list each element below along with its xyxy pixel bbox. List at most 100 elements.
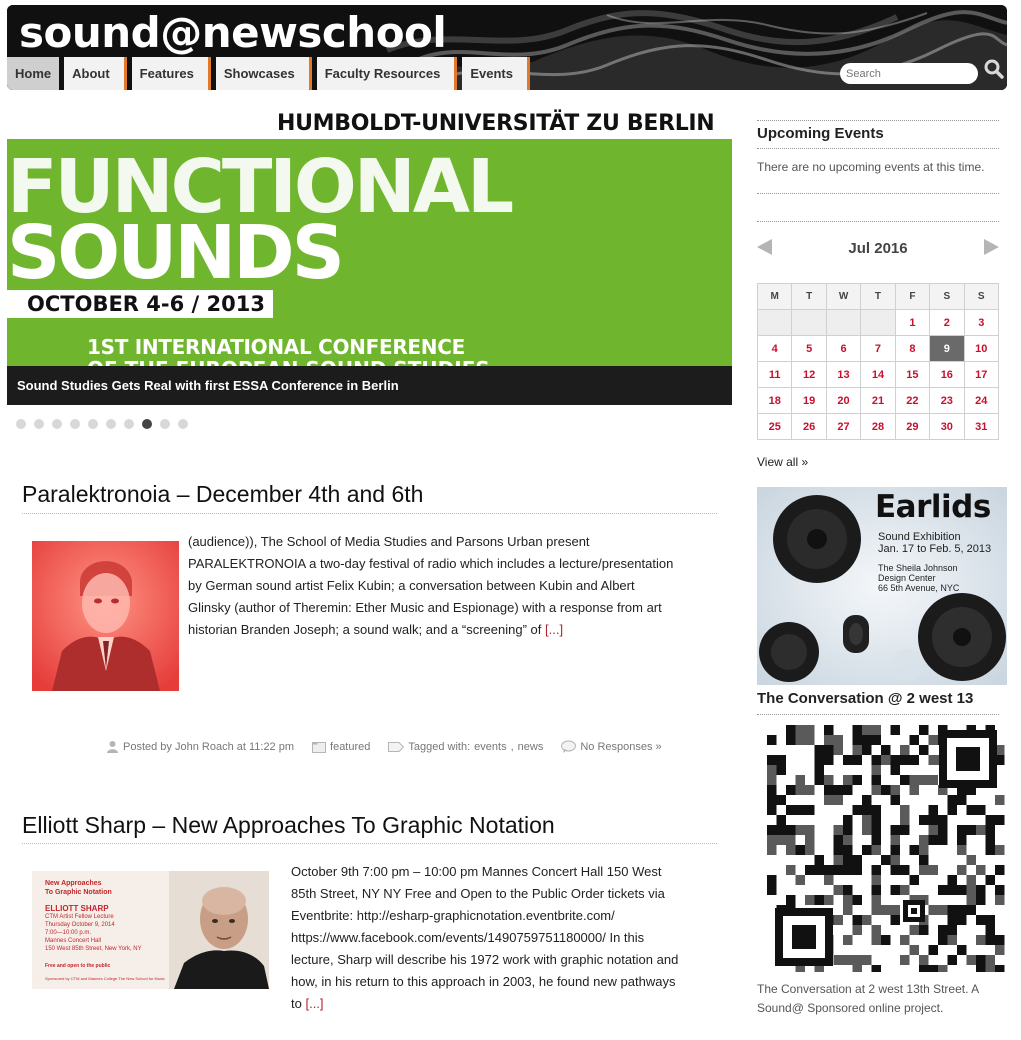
sidebar-divider xyxy=(757,120,999,121)
slider-dot[interactable] xyxy=(106,419,116,429)
slider-dot[interactable] xyxy=(160,419,170,429)
calendar-weekday: M xyxy=(756,283,793,310)
category-link[interactable]: featured xyxy=(330,741,370,753)
calendar-day[interactable]: 24 xyxy=(963,387,1000,414)
calendar-day[interactable]: 6 xyxy=(825,335,862,362)
earlids-line: 66 5th Avenue, NYC xyxy=(878,583,960,593)
calendar-day-today[interactable]: 9 xyxy=(929,335,965,362)
excerpt-line: https://www.facebook.com/events/14907597… xyxy=(291,930,645,945)
calendar-month: Jul 2016 xyxy=(848,240,908,257)
slider-dot[interactable] xyxy=(88,419,98,429)
site-title[interactable]: sound@newschool xyxy=(19,8,447,57)
calendar-day[interactable]: 3 xyxy=(963,309,1000,336)
post-title[interactable]: Paralektronoia – December 4th and 6th xyxy=(22,481,423,508)
slider-dot[interactable] xyxy=(178,419,188,429)
post-thumbnail[interactable]: New Approaches To Graphic Notation ELLIO… xyxy=(32,871,269,989)
calendar-day[interactable]: 15 xyxy=(894,361,931,388)
tag-link-events[interactable]: events xyxy=(474,741,506,753)
poster-line: CTM Artist Fellow Lecture xyxy=(45,914,114,920)
calendar-empty-cell xyxy=(791,309,827,336)
earlids-ad[interactable]: Earlids Sound Exhibition Jan. 17 to Feb.… xyxy=(757,487,1007,685)
calendar-day[interactable]: 16 xyxy=(929,361,965,388)
calendar-day[interactable]: 21 xyxy=(860,387,896,414)
earlids-title: Earlids xyxy=(875,489,991,525)
calendar-week: 11 12 13 14 15 16 17 xyxy=(756,361,1000,388)
nav-showcases[interactable]: Showcases xyxy=(215,57,312,90)
posted-by: Posted by John Roach at 11:22 pm xyxy=(123,740,295,753)
slider-dot[interactable] xyxy=(142,419,152,429)
calendar-day[interactable]: 22 xyxy=(894,387,931,414)
calendar-prev-arrow-icon[interactable] xyxy=(757,239,772,255)
calendar-weekday: W xyxy=(825,283,862,310)
slide-image[interactable]: HUMBOLDT-UNIVERSITÄT ZU BERLIN FUNCTIONA… xyxy=(7,107,732,367)
search-input[interactable] xyxy=(840,63,978,84)
post-title[interactable]: Elliott Sharp – New Approaches To Graphi… xyxy=(22,812,555,839)
search-icon[interactable] xyxy=(983,58,1005,80)
qr-code-image[interactable] xyxy=(757,720,1007,972)
comment-icon xyxy=(561,740,577,753)
portrait-photo xyxy=(169,871,269,989)
calendar-day[interactable]: 5 xyxy=(791,335,827,362)
calendar-day[interactable]: 26 xyxy=(791,413,827,440)
calendar-day[interactable]: 14 xyxy=(860,361,896,388)
calendar-day[interactable]: 2 xyxy=(929,309,965,336)
post-divider xyxy=(22,843,717,844)
page: sound@newschool Home About Features Show… xyxy=(0,0,1021,1040)
post-excerpt: (audience)), The School of Media Studies… xyxy=(188,531,718,641)
slider-dot[interactable] xyxy=(124,419,134,429)
slider-dot[interactable] xyxy=(16,419,26,429)
calendar-day[interactable]: 18 xyxy=(756,387,793,414)
comments-link[interactable]: No Responses » xyxy=(580,741,661,753)
tag-link-news[interactable]: news xyxy=(518,741,544,753)
calendar-day[interactable]: 19 xyxy=(791,387,827,414)
earlids-line: The Sheila Johnson xyxy=(878,563,958,573)
slider-dot[interactable] xyxy=(70,419,80,429)
calendar-day[interactable]: 27 xyxy=(825,413,862,440)
poster-text-panel: New Approaches To Graphic Notation ELLIO… xyxy=(32,871,169,989)
calendar-day[interactable]: 30 xyxy=(929,413,965,440)
poster-line: To Graphic Notation xyxy=(45,889,112,896)
nav-features[interactable]: Features xyxy=(131,57,211,90)
slider-dot[interactable] xyxy=(34,419,44,429)
earlids-line: Jan. 17 to Feb. 5, 2013 xyxy=(878,543,992,555)
calendar-day[interactable]: 29 xyxy=(894,413,931,440)
user-icon xyxy=(107,741,118,753)
view-all-events-link[interactable]: View all » xyxy=(757,455,808,469)
poster-line: New Approaches xyxy=(45,880,102,887)
nav-faculty-resources[interactable]: Faculty Resources xyxy=(316,57,458,90)
read-more-link[interactable]: [...] xyxy=(305,996,323,1011)
calendar-day[interactable]: 13 xyxy=(825,361,862,388)
earlids-line: Sound Exhibition xyxy=(878,531,961,543)
calendar-day[interactable]: 10 xyxy=(963,335,1000,362)
calendar-day[interactable]: 8 xyxy=(894,335,931,362)
calendar-day[interactable]: 25 xyxy=(756,413,793,440)
read-more-link[interactable]: [...] xyxy=(545,622,563,637)
calendar-day[interactable]: 7 xyxy=(860,335,896,362)
calendar-day[interactable]: 4 xyxy=(756,335,793,362)
event-calendar: MTWTFSS 1 2 3 4 5 6 7 8 9 10 11 12 13 14 15 16 17 18 19 20 2… xyxy=(756,283,1000,440)
calendar-day[interactable]: 23 xyxy=(929,387,965,414)
calendar-day[interactable]: 1 xyxy=(894,309,931,336)
calendar-weekday: F xyxy=(894,283,931,310)
post-thumbnail[interactable] xyxy=(32,541,179,691)
excerpt-text: historian Branden Joseph; a sound walk; … xyxy=(188,622,542,637)
calendar-day[interactable]: 12 xyxy=(791,361,827,388)
slide-university: HUMBOLDT-UNIVERSITÄT ZU BERLIN xyxy=(277,111,715,136)
nav-events[interactable]: Events xyxy=(462,57,530,90)
calendar-day[interactable]: 17 xyxy=(963,361,1000,388)
nav-about[interactable]: About xyxy=(64,57,127,90)
calendar-day[interactable]: 20 xyxy=(825,387,862,414)
poster-line: Thursday October 9, 2014 xyxy=(45,922,115,928)
main-nav: Home About Features Showcases Faculty Re… xyxy=(7,57,535,90)
slide-caption[interactable]: Sound Studies Gets Real with first ESSA … xyxy=(7,366,732,405)
calendar-day[interactable]: 11 xyxy=(756,361,793,388)
nav-home[interactable]: Home xyxy=(7,57,60,90)
calendar-next-arrow-icon[interactable] xyxy=(984,239,999,255)
slider-dot[interactable] xyxy=(52,419,62,429)
slide-headline-2: SOUNDS xyxy=(7,210,345,296)
calendar-day[interactable]: 31 xyxy=(963,413,1000,440)
calendar-day[interactable]: 28 xyxy=(860,413,896,440)
calendar-weekday: S xyxy=(929,283,965,310)
poster-line: Mannes Concert Hall xyxy=(45,938,102,944)
featured-slider[interactable]: HUMBOLDT-UNIVERSITÄT ZU BERLIN FUNCTIONA… xyxy=(7,107,732,405)
